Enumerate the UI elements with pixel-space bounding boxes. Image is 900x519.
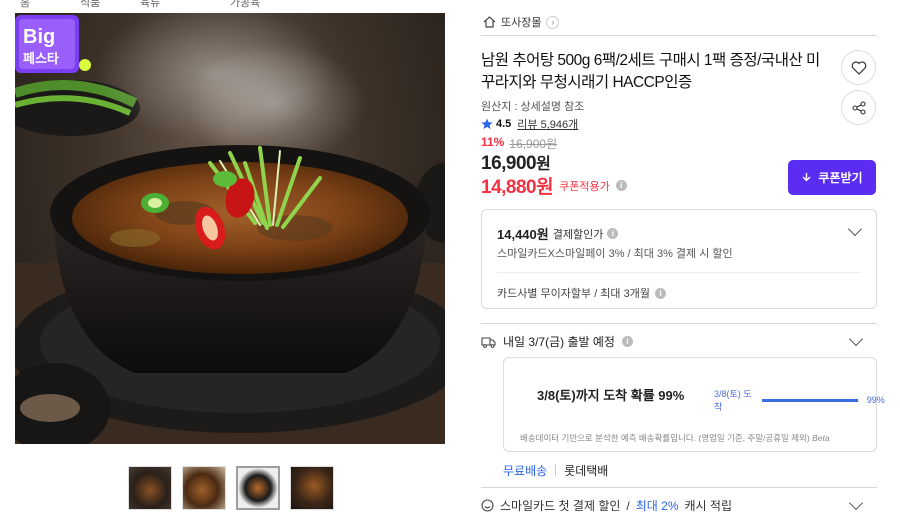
thumbnail-4[interactable]	[290, 466, 334, 510]
wishlist-button[interactable]	[841, 50, 876, 85]
chevron-right-icon: ›	[546, 15, 560, 29]
coupon-price-row: 14,880원 쿠폰적용가 i	[481, 172, 627, 199]
thumbnail-3[interactable]	[236, 466, 280, 510]
heart-icon	[851, 60, 866, 75]
arrival-mini-label: 3/8(토) 도착	[714, 389, 752, 412]
divider	[481, 487, 877, 488]
smile-slash: /	[626, 498, 630, 513]
smile-text-2: 최대 2%	[635, 499, 679, 513]
main-product-image[interactable]: Big 페스타	[15, 13, 445, 444]
breadcrumb-item[interactable]: 육류	[140, 0, 160, 10]
star-icon	[481, 118, 493, 129]
share-button[interactable]	[841, 90, 876, 125]
arrival-probability: 3/8(토)까지 도착 확률 99%	[537, 388, 685, 403]
divider	[481, 35, 877, 36]
carrier-name: 롯데택배	[564, 464, 609, 478]
info-icon[interactable]: i	[654, 287, 666, 299]
info-icon[interactable]: i	[607, 228, 619, 239]
thumbnail-2[interactable]	[182, 466, 226, 510]
smile-card-row[interactable]: 스마일카드 첫 결제 할인 / 최대 2% 캐시 적립	[481, 497, 732, 514]
beta-label: Beta	[812, 433, 830, 443]
download-icon	[802, 173, 811, 182]
price-value: 16,900	[481, 153, 537, 174]
installment-text: 카드사별 무이자할부 / 최대 3개월	[497, 288, 650, 300]
card-discount-price-row: 14,440원 결제할인가 i	[497, 224, 619, 243]
chevron-down-icon[interactable]	[848, 331, 864, 347]
card-discount-desc: 스마일카드X스마일페이 3% / 최대 3% 결제 시 할인	[497, 248, 733, 260]
card-discount-price: 14,440원	[497, 227, 549, 242]
breadcrumb-item[interactable]: 식품	[80, 0, 100, 10]
coupon-button[interactable]: 쿠폰받기	[788, 160, 876, 195]
breadcrumb-item[interactable]: 홈	[20, 0, 30, 10]
card-discount-box: 14,440원 결제할인가 i 스마일카드X스마일페이 3% / 최대 3% 결…	[481, 209, 877, 309]
arrival-progress-fill	[762, 398, 858, 402]
info-icon[interactable]: i	[621, 336, 633, 347]
product-info-panel: 또사장몰 › 남원 추어탕 500g 6팩/2세트 구매시 1팩 증정/국내산 …	[481, 0, 885, 519]
prediction-note-text: 배송데이터 기반으로 분석한 예측 배송확률입니다. (영업일 기준, 주말/공…	[520, 433, 810, 443]
chevron-down-icon[interactable]	[848, 495, 864, 511]
badge-text-2: 페스타	[23, 51, 59, 67]
shipping-row[interactable]: 내일 3/7(금) 출발 예정 i	[481, 333, 633, 350]
installment-row: 카드사별 무이자할부 / 최대 3개월 i	[497, 285, 666, 301]
coupon-price: 14,880원	[481, 177, 554, 198]
rating-value: 4.5	[496, 118, 512, 130]
smile-text-3: 캐시 적립	[684, 499, 733, 513]
store-link[interactable]: 또사장몰 ›	[483, 14, 560, 30]
smile-icon	[481, 499, 494, 512]
arrival-mini-pct: 99%	[866, 395, 885, 405]
chevron-down-icon[interactable]	[847, 221, 863, 237]
card-discount-label: 결제할인가	[552, 228, 604, 241]
product-title: 남원 추어탕 500g 6팩/2세트 구매시 1팩 증정/국내산 미꾸라지와 무…	[481, 52, 820, 91]
divider	[555, 464, 557, 476]
price-unit: 원	[536, 156, 551, 173]
arrival-mini: 3/8(토) 도착 99%	[714, 387, 885, 413]
origin-info: 원산지 : 상세설명 참조	[481, 101, 585, 113]
delivery-prediction-box: 3/8(토)까지 도착 확률 99% 3/8(토) 도착 99% 배송데이터 기…	[503, 357, 885, 452]
arrival-progress-bar	[762, 398, 859, 402]
breadcrumb-item[interactable]: 가공육	[230, 0, 260, 10]
share-icon	[851, 100, 866, 115]
truck-icon	[481, 336, 496, 348]
coupon-price-label: 쿠폰적용가	[559, 180, 610, 193]
badge-text-1: Big	[23, 26, 55, 48]
coupon-button-label: 쿠폰받기	[818, 171, 863, 185]
info-icon[interactable]: i	[615, 180, 627, 191]
prediction-note: 배송데이터 기반으로 분석한 예측 배송확률입니다. (영업일 기준, 주말/공…	[520, 432, 830, 444]
big-festa-badge-icon: Big 페스타	[15, 15, 91, 73]
review-link[interactable]: 리뷰 5,946개	[517, 116, 578, 132]
store-name: 또사장몰	[501, 17, 542, 29]
thumbnail-list	[128, 466, 334, 510]
divider	[481, 323, 877, 324]
thumbnail-1[interactable]	[128, 466, 172, 510]
divider	[497, 272, 861, 273]
home-icon	[483, 16, 496, 28]
rating-row: 4.5 리뷰 5,946개	[481, 116, 578, 132]
delivery-info: 무료배송 롯데택배	[503, 462, 608, 479]
departure-text: 내일 3/7(금) 출발 예정	[503, 335, 615, 349]
free-shipping-label: 무료배송	[503, 464, 548, 478]
smile-text-1: 스마일카드 첫 결제 할인	[500, 499, 621, 513]
